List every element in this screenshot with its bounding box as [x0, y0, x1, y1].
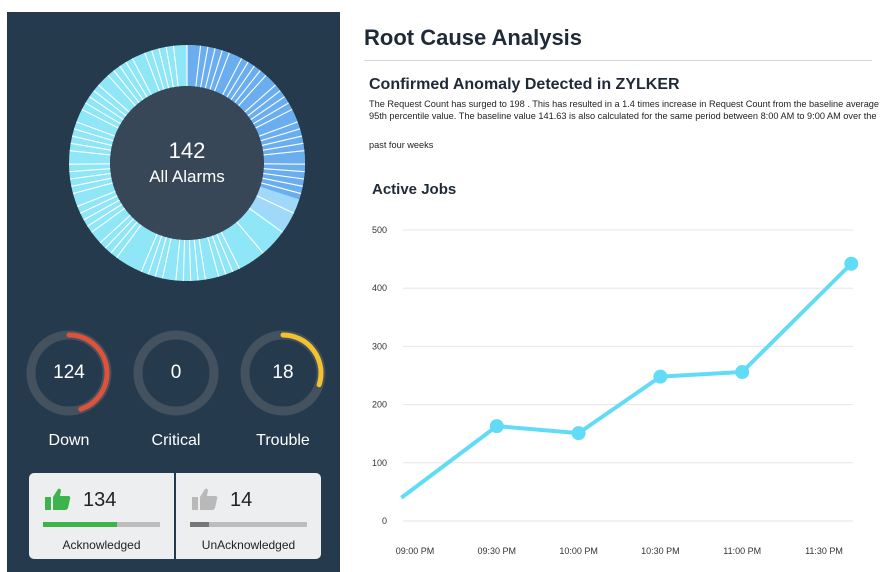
unacknowledged-label: UnAcknowledged	[201, 538, 296, 552]
unacknowledged-card[interactable]: 14 UnAcknowledged	[174, 473, 321, 559]
down-label: Down	[48, 432, 90, 449]
thumbs-up-icon	[45, 488, 71, 510]
data-point[interactable]	[844, 256, 859, 271]
anomaly-description-tail: past four weeks	[369, 140, 434, 150]
thumbs-up-grey-icon	[192, 488, 218, 510]
title-divider	[364, 60, 872, 61]
x-tick-label: 09:30 PM	[478, 546, 517, 556]
x-tick-label: 11:30 PM	[805, 546, 843, 556]
trouble-gauge[interactable]: 18 Trouble	[238, 328, 328, 450]
acknowledged-label: Acknowledged	[62, 538, 141, 552]
x-tick-label: 10:30 PM	[641, 546, 680, 556]
x-tick-label: 11:00 PM	[723, 546, 761, 556]
acknowledged-progress	[43, 522, 160, 527]
trouble-label: Trouble	[256, 432, 310, 449]
alarms-ring-chart[interactable]	[62, 38, 312, 288]
y-tick-label: 500	[372, 225, 387, 235]
active-jobs-chart[interactable]: 0 100 200 300 400 500 09:00 PM 09:30 PM 10:00 PM…	[345, 212, 881, 572]
x-tick-label: 10:00 PM	[559, 546, 598, 556]
anomaly-title: Confirmed Anomaly Detected in ZYLKER	[369, 76, 680, 93]
y-tick-label: 300	[372, 341, 387, 351]
acknowledged-count: 134	[83, 489, 117, 511]
y-tick-label: 0	[382, 516, 387, 526]
ring-hole	[110, 86, 264, 240]
anomaly-description: The Request Count has surged to 198 . Th…	[369, 99, 880, 121]
down-count: 124	[53, 362, 85, 383]
critical-label: Critical	[151, 432, 201, 449]
y-tick-label: 100	[372, 458, 387, 468]
page-title: Root Cause Analysis	[364, 25, 583, 50]
critical-gauge[interactable]: 0 Critical	[131, 328, 221, 450]
all-alarms-donut[interactable]: 142 All Alarms	[62, 38, 312, 288]
down-gauge[interactable]: 124 Down	[24, 328, 114, 450]
chart-title: Active Jobs	[372, 181, 457, 198]
y-tick-label: 400	[372, 283, 387, 293]
unacknowledged-progress-fill	[190, 522, 209, 527]
trouble-count: 18	[272, 362, 294, 383]
acknowledged-card[interactable]: 134 Acknowledged	[29, 473, 174, 559]
data-point[interactable]	[653, 369, 668, 384]
x-tick-label: 09:00 PM	[396, 546, 435, 556]
y-tick-label: 200	[372, 400, 387, 410]
critical-count: 0	[170, 362, 182, 383]
data-point[interactable]	[489, 419, 504, 434]
root-cause-panel: Root Cause Analysis Confirmed Anomaly De…	[345, 12, 881, 572]
data-point[interactable]	[735, 365, 750, 380]
acknowledged-progress-fill	[43, 522, 117, 527]
data-point[interactable]	[571, 426, 586, 441]
unacknowledged-count: 14	[230, 489, 253, 511]
acknowledgement-summary: 134 Acknowledged 14 UnAcknowledged	[29, 473, 321, 559]
alarm-summary-panel: 142 All Alarms 124 Down 0 Critical 18 Tr…	[7, 12, 340, 572]
unacknowledged-progress	[190, 522, 307, 527]
